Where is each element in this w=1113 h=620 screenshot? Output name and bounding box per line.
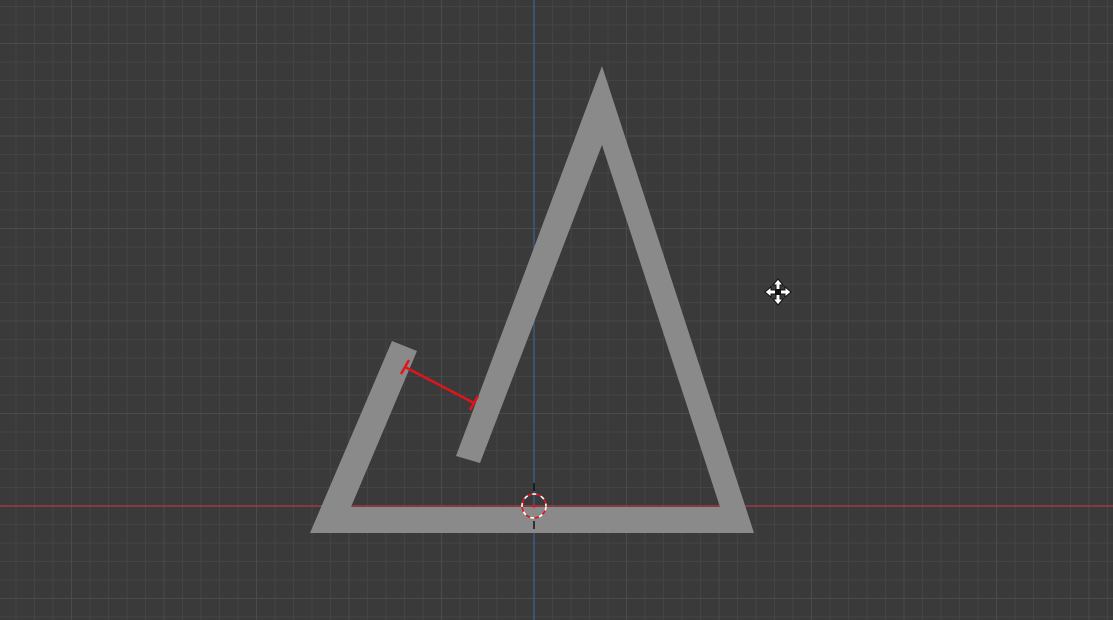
origin-dot <box>532 504 536 508</box>
viewport-canvas[interactable] <box>0 0 1113 620</box>
3d-viewport[interactable] <box>0 0 1113 620</box>
